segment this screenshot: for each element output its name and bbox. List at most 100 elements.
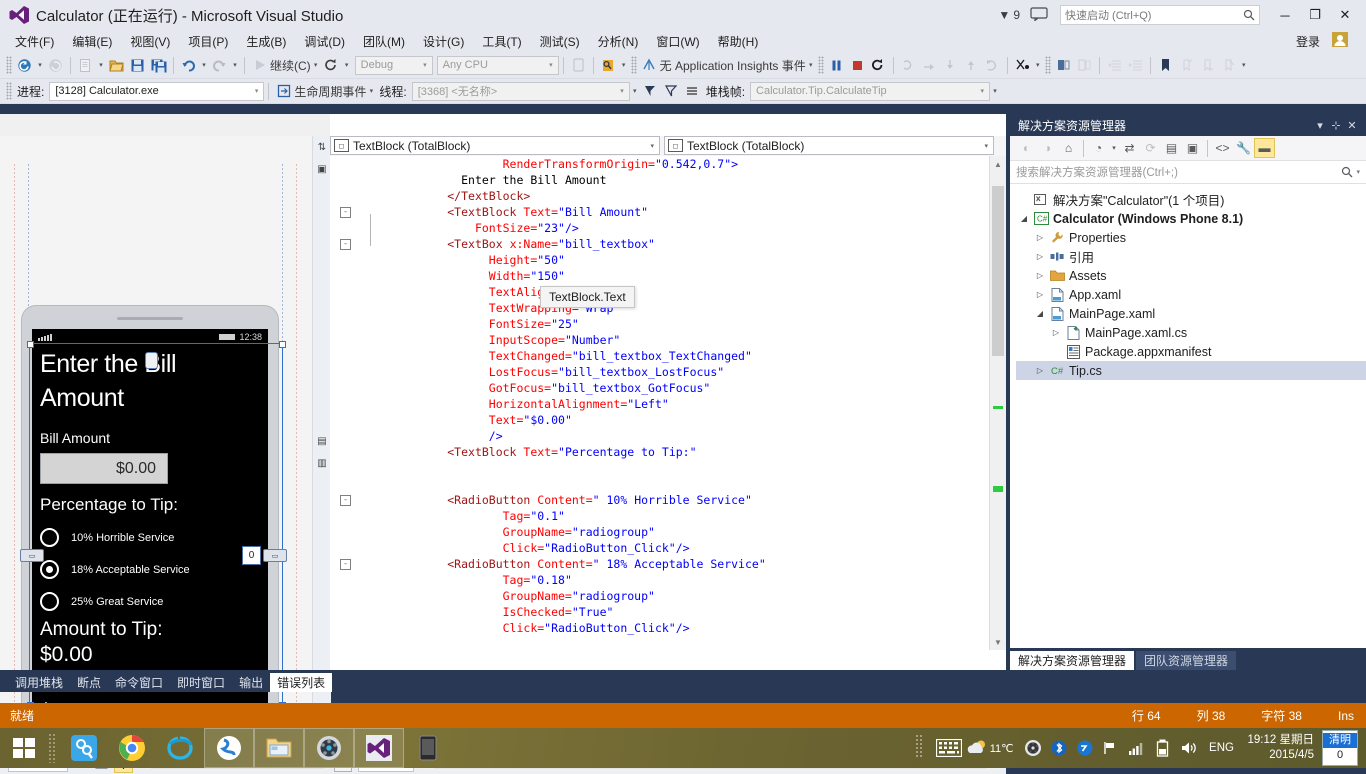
pending-changes-icon[interactable]: ◔ — [1088, 138, 1109, 158]
decrease-indent-button[interactable] — [1104, 55, 1125, 76]
feedback-icon[interactable] — [1030, 6, 1048, 24]
vertical-anchor-pin-icon[interactable] — [145, 352, 158, 369]
battery-icon[interactable] — [1150, 728, 1176, 768]
selection-handle[interactable] — [279, 341, 286, 348]
view-code-icon[interactable]: <> — [1212, 138, 1233, 158]
bottom-tab-输出[interactable]: 输出 — [232, 673, 270, 692]
debugbar-grip[interactable] — [6, 82, 12, 100]
collapse-arrow-icon[interactable]: ▷ — [1032, 290, 1048, 299]
code-lines[interactable]: RenderTransformOrigin="0.542,0.7"> Enter… — [340, 156, 1006, 636]
margin-value-box[interactable]: 0 — [242, 546, 261, 565]
fold-toggle-icon[interactable]: - — [340, 239, 351, 250]
clear-bookmarks-button[interactable] — [1218, 55, 1239, 76]
thread-extra-icon[interactable]: ▾ — [630, 87, 640, 95]
step-out-button[interactable] — [961, 55, 982, 76]
continue-dropdown-icon[interactable]: ▾ — [311, 61, 321, 69]
media-tray-icon[interactable] — [1020, 728, 1046, 768]
new-project-button[interactable] — [75, 55, 96, 76]
restart-debug-button[interactable] — [868, 55, 889, 76]
close-button[interactable]: ✕ — [1330, 2, 1360, 28]
thread-combo[interactable]: [3368] <无名称> ▾ — [411, 81, 630, 101]
menu-edit[interactable]: 编辑(E) — [63, 31, 121, 52]
menu-analyze[interactable]: 分析(N) — [589, 31, 648, 52]
menu-help[interactable]: 帮助(H) — [709, 31, 768, 52]
menu-window[interactable]: 窗口(W) — [647, 31, 708, 52]
start-button[interactable] — [0, 728, 48, 768]
pin-icon[interactable]: ⊹ — [1328, 119, 1344, 132]
tree-item-assets[interactable]: ▷ Assets — [1016, 266, 1366, 285]
tree-item-app.xaml[interactable]: ▷ App.xaml — [1016, 285, 1366, 304]
refresh-icon[interactable]: ⟳ — [1140, 138, 1161, 158]
hex-dropdown-icon[interactable]: ▾ — [1033, 61, 1043, 69]
home-icon[interactable]: ⌂ — [1058, 138, 1079, 158]
pause-button[interactable] — [826, 55, 847, 76]
bottom-tab-命令窗口[interactable]: 命令窗口 — [108, 673, 170, 692]
scroll-thumb[interactable] — [992, 186, 1004, 356]
design-surface[interactable]: 12:38 Enter the Bill Amount Bill Amount … — [0, 136, 312, 751]
debugbar-overflow-icon[interactable]: ▾ — [990, 87, 1000, 95]
network-signal-icon[interactable] — [1124, 728, 1150, 768]
redo-button[interactable] — [209, 55, 230, 76]
tree-item-tip.cs[interactable]: ▷ C# Tip.cs — [1016, 361, 1366, 380]
app-insights-label[interactable]: 无 Application Insights 事件 — [660, 57, 806, 74]
show-next-statement-button[interactable] — [898, 55, 919, 76]
tree-item-mainpage.xaml.cs[interactable]: ▷ MainPage.xaml.cs — [1016, 323, 1366, 342]
code-text-area[interactable]: RenderTransformOrigin="0.542,0.7"> Enter… — [330, 156, 1006, 650]
dropdown-icon[interactable]: ▾ — [1312, 119, 1328, 132]
quick-launch-input[interactable]: 快速启动 (Ctrl+Q) — [1060, 5, 1260, 25]
menu-design[interactable]: 设计(G) — [414, 31, 473, 52]
radio-option-18[interactable]: 18% Acceptable Service — [40, 560, 260, 579]
taskbar-item-skydrive[interactable] — [204, 728, 254, 768]
sync-with-active-document-icon[interactable]: ⇄ — [1119, 138, 1140, 158]
expand-arrow-icon[interactable]: ◢ — [1032, 309, 1048, 318]
previous-bookmark-button[interactable] — [1176, 55, 1197, 76]
uncomment-button[interactable] — [1074, 55, 1095, 76]
start-debug-button[interactable] — [249, 55, 270, 76]
close-icon[interactable]: ✕ — [1344, 119, 1360, 132]
collapse-all-icon[interactable]: ▤ — [1161, 138, 1182, 158]
save-all-button[interactable] — [148, 55, 169, 76]
touch-keyboard-icon[interactable] — [932, 728, 966, 768]
taskbar-item-phone-emulator[interactable] — [404, 729, 452, 767]
taskbar-item-media-player[interactable] — [304, 728, 354, 768]
solution-config-combo[interactable]: Debug ▾ — [354, 55, 433, 75]
collapse-arrow-icon[interactable]: ▷ — [1032, 252, 1048, 261]
collapse-arrow-icon[interactable]: ▷ — [1048, 328, 1064, 337]
tab-team-explorer[interactable]: 团队资源管理器 — [1136, 651, 1237, 670]
solution-tree[interactable]: 解决方案"Calculator"(1 个项目) ◢ C# Calculator (Wi… — [1010, 184, 1366, 380]
menu-debug[interactable]: 调试(D) — [295, 31, 354, 52]
ime-indicator[interactable]: 清明 0 — [1322, 730, 1358, 766]
radio-option-25[interactable]: 25% Great Service — [40, 592, 260, 611]
menu-tools[interactable]: 工具(T) — [473, 31, 530, 52]
designer-xaml-icon[interactable]: ▥ — [313, 452, 331, 474]
tab-solution-explorer[interactable]: 解决方案资源管理器 — [1010, 651, 1135, 670]
tree-item-calculator--windows-phone-8.1-[interactable]: ◢ C# Calculator (Windows Phone 8.1) — [1016, 209, 1366, 228]
restore-button[interactable]: ❐ — [1300, 2, 1330, 28]
menu-test[interactable]: 测试(S) — [531, 31, 589, 52]
notification-indicator[interactable]: ▼ 9 — [998, 8, 1020, 22]
split-vertical-icon[interactable]: ▣ — [313, 158, 331, 180]
properties-icon[interactable]: 🔧 — [1233, 138, 1254, 158]
restart-button[interactable] — [321, 55, 342, 76]
tree-item-package.appxmanifest[interactable]: Package.appxmanifest — [1016, 342, 1366, 361]
taskbar-item-internet-explorer[interactable] — [156, 729, 204, 767]
toolbar-grip-3[interactable] — [817, 56, 824, 74]
tree-item-mainpage.xaml[interactable]: ◢ MainPage.xaml — [1016, 304, 1366, 323]
right-anchor-icon[interactable]: ▭ — [263, 549, 287, 562]
continue-label[interactable]: 继续(C) — [270, 57, 311, 74]
account-icon[interactable] — [1330, 31, 1352, 51]
back-dropdown-icon[interactable]: ▾ — [35, 61, 45, 69]
preview-selected-items-icon[interactable]: ▬ — [1254, 138, 1275, 158]
menu-build[interactable]: 生成(B) — [237, 31, 295, 52]
navbar-element-combo-right[interactable]: ◻ TextBlock (TotalBlock) ▾ — [664, 136, 994, 155]
search-icon[interactable]: ▾ — [1341, 166, 1360, 178]
unflag-thread-icon[interactable] — [661, 81, 682, 102]
step-over-button[interactable] — [919, 55, 940, 76]
taskbar-item-visual-studio[interactable] — [354, 728, 404, 768]
hex-display-button[interactable] — [1012, 55, 1033, 76]
back-icon[interactable]: ◐ — [1016, 138, 1037, 158]
chevron-down-icon[interactable]: ▾ — [1109, 144, 1119, 152]
taskbar-item-file-explorer[interactable] — [254, 728, 304, 768]
collapse-arrow-icon[interactable]: ▷ — [1032, 233, 1048, 242]
stackframe-combo[interactable]: Calculator.Tip.CalculateTip ▾ — [750, 81, 991, 101]
